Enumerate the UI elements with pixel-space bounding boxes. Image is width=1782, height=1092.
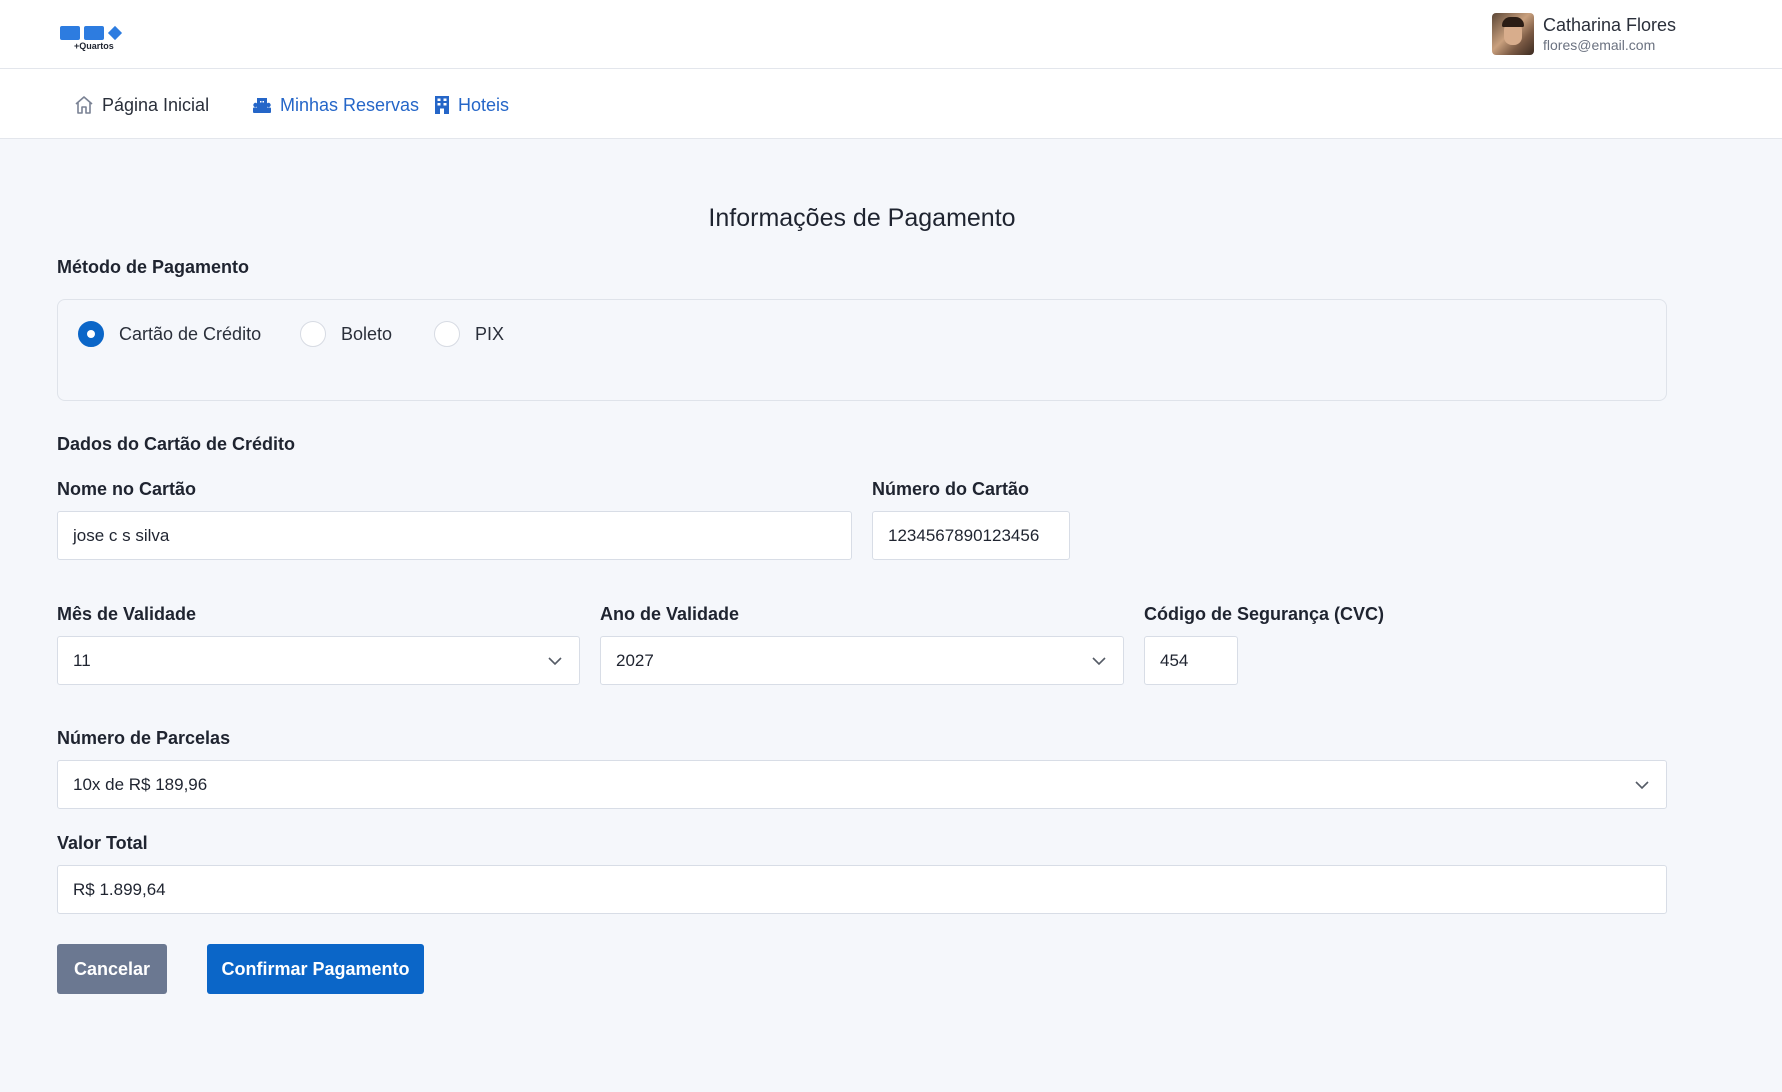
nav-reservations-label: Minhas Reservas [280, 94, 420, 115]
logo[interactable]: +Quartos [60, 25, 128, 54]
avatar[interactable] [1492, 13, 1534, 55]
exp-month-select[interactable]: 11 [57, 636, 580, 685]
confirm-payment-button[interactable]: Confirmar Pagamento [207, 944, 424, 994]
radio-boleto-label: Boleto [341, 323, 393, 344]
exp-month-label: Mês de Validade [57, 604, 197, 624]
card-number-value: 1234567890123456 [888, 525, 1040, 545]
hotel-people-icon [253, 98, 271, 113]
radio-boleto[interactable]: Boleto [300, 320, 392, 348]
nav-hotels[interactable]: Hoteis [434, 93, 509, 117]
installments-value: 10x de R$ 189,96 [73, 774, 208, 794]
main-nav: Página Inicial Minhas Reservas Hoteis [0, 69, 1782, 139]
logo-diamond-icon [107, 25, 123, 41]
exp-month-value: 11 [73, 650, 91, 670]
cvc-label: Código de Segurança (CVC) [1144, 604, 1385, 624]
card-name-input[interactable]: jose c s silva [57, 511, 852, 560]
total-value: R$ 1.899,64 [73, 879, 166, 899]
cvc-value: 454 [1160, 650, 1189, 670]
installments-label: Número de Parcelas [57, 728, 231, 748]
radio-pix[interactable]: PIX [434, 320, 504, 348]
card-name-label: Nome no Cartão [57, 479, 197, 499]
total-label: Valor Total [57, 833, 148, 853]
card-name-value: jose c s silva [73, 525, 170, 545]
radio-checked-icon[interactable] [78, 321, 104, 347]
radio-credit-card-label: Cartão de Crédito [119, 323, 262, 344]
exp-year-label: Ano de Validade [600, 604, 740, 624]
radio-unchecked-icon[interactable] [434, 321, 460, 347]
page-title: Informações de Pagamento [708, 204, 1016, 232]
exp-year-select[interactable]: 2027 [600, 636, 1124, 685]
cvc-input[interactable]: 454 [1144, 636, 1238, 685]
logo-text: +Quartos [74, 41, 114, 51]
exp-year-value: 2027 [616, 650, 654, 670]
confirm-payment-button-label: Confirmar Pagamento [221, 958, 410, 979]
user-name: Catharina Flores [1543, 15, 1677, 35]
card-number-input[interactable]: 1234567890123456 [872, 511, 1070, 560]
chevron-down-icon [548, 657, 562, 666]
radio-unchecked-icon[interactable] [300, 321, 326, 347]
chevron-down-icon [1635, 781, 1649, 790]
logo-block-icon [84, 26, 104, 40]
installments-select[interactable]: 10x de R$ 189,96 [57, 760, 1667, 809]
radio-credit-card[interactable]: Cartão de Crédito [78, 320, 261, 348]
cancel-button[interactable]: Cancelar [57, 944, 167, 994]
payment-method-label: Método de Pagamento [57, 257, 250, 277]
cancel-button-label: Cancelar [73, 958, 151, 979]
avatar-hair [1502, 17, 1524, 27]
radio-pix-label: PIX [475, 323, 505, 344]
nav-reservations[interactable]: Minhas Reservas [252, 93, 419, 117]
nav-hotels-label: Hoteis [458, 94, 510, 115]
payment-method-group: Cartão de Crédito Boleto PIX [57, 299, 1667, 401]
card-number-label: Número do Cartão [872, 479, 1030, 499]
top-header: +Quartos Catharina Flores flores@email.c… [0, 0, 1782, 69]
logo-block-icon [60, 26, 80, 40]
user-email: flores@email.com [1543, 37, 1656, 53]
card-section-label: Dados do Cartão de Crédito [57, 434, 296, 454]
building-icon [435, 96, 449, 114]
home-icon [75, 96, 93, 114]
chevron-down-icon [1092, 657, 1106, 666]
nav-home-label: Página Inicial [102, 94, 210, 115]
total-input: R$ 1.899,64 [57, 865, 1667, 914]
nav-home[interactable]: Página Inicial [74, 93, 209, 117]
